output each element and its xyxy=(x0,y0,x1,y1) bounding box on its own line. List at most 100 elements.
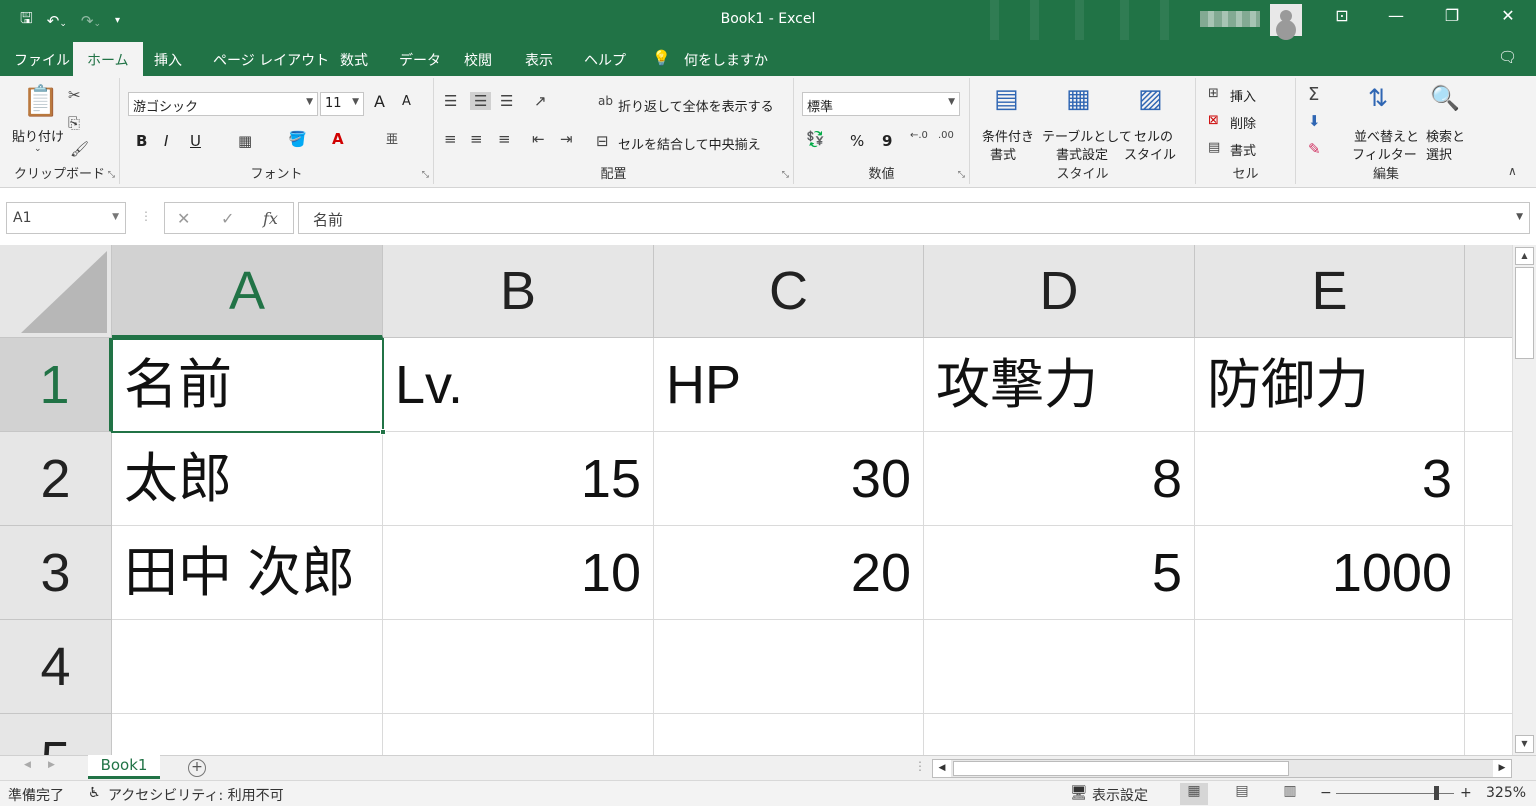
align-center-icon[interactable]: ≡ xyxy=(470,130,483,148)
minimize-icon[interactable]: — xyxy=(1376,6,1416,25)
cell-a4[interactable] xyxy=(112,620,383,714)
format-as-table-label-1[interactable]: テーブルとして xyxy=(1042,126,1132,145)
zoom-out-button[interactable]: − xyxy=(1320,785,1332,801)
tab-help[interactable]: ヘルプ xyxy=(584,50,626,70)
drag-handle-icon[interactable]: ⋮ xyxy=(140,209,152,223)
page-layout-view-icon[interactable]: ▤ xyxy=(1228,783,1256,805)
split-handle-icon[interactable]: ⋮ xyxy=(914,759,926,773)
cell-b3[interactable]: 10 xyxy=(383,526,654,620)
bold-button[interactable]: B xyxy=(136,132,147,150)
cell-f2[interactable] xyxy=(1465,432,1512,526)
cell-f1[interactable] xyxy=(1465,338,1512,432)
horizontal-scroll-thumb[interactable] xyxy=(953,761,1289,776)
dialog-launcher-icon[interactable]: ⤡ xyxy=(782,170,789,180)
format-as-table-label-2[interactable]: 書式設定 xyxy=(1056,144,1108,163)
close-icon[interactable]: ✕ xyxy=(1488,6,1528,25)
zoom-slider-knob[interactable] xyxy=(1434,786,1439,800)
vertical-scrollbar[interactable]: ▲ ▼ xyxy=(1512,245,1536,755)
cell-c2[interactable]: 30 xyxy=(654,432,924,526)
increase-indent-icon[interactable]: ⇥ xyxy=(560,130,573,148)
wrap-text-button[interactable]: 折り返して全体を表示する xyxy=(618,96,774,115)
next-sheet-icon[interactable]: ▶ xyxy=(48,760,55,770)
increase-decimal-icon[interactable]: ←.0 xyxy=(910,130,928,141)
align-middle-icon[interactable]: ☰ xyxy=(470,92,492,110)
orientation-icon[interactable]: ↗ xyxy=(534,92,547,110)
scroll-down-icon[interactable]: ▼ xyxy=(1515,735,1534,753)
cell-b2[interactable]: 15 xyxy=(383,432,654,526)
copy-icon[interactable]: ⎘ xyxy=(68,114,80,132)
comment-icon[interactable]: 🗨 xyxy=(1498,48,1517,66)
column-header-c[interactable]: C xyxy=(654,245,924,338)
cell-d4[interactable] xyxy=(924,620,1195,714)
expand-formula-icon[interactable]: ▼ xyxy=(1516,212,1523,222)
paste-button[interactable]: 貼り付け xyxy=(12,126,64,145)
prev-sheet-icon[interactable]: ◀ xyxy=(24,760,31,770)
decrease-decimal-icon[interactable]: .00 xyxy=(938,130,954,141)
cell-styles-label-2[interactable]: スタイル xyxy=(1124,144,1176,163)
tab-file[interactable]: ファイル xyxy=(14,50,70,70)
decrease-indent-icon[interactable]: ⇤ xyxy=(532,130,545,148)
tab-insert[interactable]: 挿入 xyxy=(154,50,182,70)
column-header-a[interactable]: A xyxy=(112,245,383,338)
cancel-icon[interactable]: ✕ xyxy=(177,209,190,228)
row-header-4[interactable]: 4 xyxy=(0,620,112,714)
horizontal-scrollbar[interactable]: ◀ ▶ xyxy=(932,759,1512,778)
enter-icon[interactable]: ✓ xyxy=(221,209,234,228)
cell-c3[interactable]: 20 xyxy=(654,526,924,620)
tab-formulas[interactable]: 数式 xyxy=(340,50,368,70)
number-format-combo[interactable]: 標準 ▼ xyxy=(802,92,960,116)
format-cells-button[interactable]: 書式 xyxy=(1230,140,1256,159)
cell-f4[interactable] xyxy=(1465,620,1512,714)
cell-d3[interactable]: 5 xyxy=(924,526,1195,620)
align-top-icon[interactable]: ☰ xyxy=(444,92,457,110)
phonetic-icon[interactable]: 亜 xyxy=(386,130,398,147)
percent-button[interactable]: % xyxy=(850,132,864,150)
tab-data[interactable]: データ xyxy=(399,50,441,70)
conditional-format-label-2[interactable]: 書式 xyxy=(990,144,1016,163)
name-box[interactable]: A1 ▼ xyxy=(6,202,126,234)
column-header-d[interactable]: D xyxy=(924,245,1195,338)
tab-page-layout[interactable]: ページ レイアウト xyxy=(213,50,329,70)
find-select-label-2[interactable]: 選択 xyxy=(1426,144,1452,163)
autosum-icon[interactable]: Σ xyxy=(1308,84,1319,105)
accessibility-status[interactable]: アクセシビリティ: 利用不可 xyxy=(108,785,284,805)
insert-function-button[interactable]: fx xyxy=(263,209,278,228)
cell-a3[interactable]: 田中 次郎 xyxy=(112,526,383,620)
font-size-combo[interactable]: 11 ▼ xyxy=(320,92,364,116)
row-header-2[interactable]: 2 xyxy=(0,432,112,526)
normal-view-icon[interactable]: ▦ xyxy=(1180,783,1208,805)
underline-button[interactable]: U xyxy=(190,132,201,150)
tab-view[interactable]: 表示 xyxy=(525,50,553,70)
align-right-icon[interactable]: ≡ xyxy=(498,130,511,148)
dialog-launcher-icon[interactable]: ⤡ xyxy=(958,170,965,180)
cell-f5[interactable] xyxy=(1465,714,1512,755)
sort-filter-label-1[interactable]: 並べ替えと xyxy=(1354,126,1419,145)
conditional-format-label-1[interactable]: 条件付き xyxy=(982,126,1034,145)
cell-c5[interactable] xyxy=(654,714,924,755)
cell-d5[interactable] xyxy=(924,714,1195,755)
scroll-up-icon[interactable]: ▲ xyxy=(1515,247,1534,265)
avatar[interactable] xyxy=(1270,4,1302,36)
scroll-left-icon[interactable]: ◀ xyxy=(933,760,951,777)
cell-a5[interactable] xyxy=(112,714,383,755)
cell-a1[interactable]: 名前 xyxy=(112,338,383,432)
italic-button[interactable]: I xyxy=(164,132,168,150)
scroll-right-icon[interactable]: ▶ xyxy=(1493,760,1511,777)
cell-b5[interactable] xyxy=(383,714,654,755)
format-painter-icon[interactable]: 🖌 xyxy=(70,140,89,158)
select-all-button[interactable] xyxy=(0,245,112,338)
cell-a2[interactable]: 太郎 xyxy=(112,432,383,526)
vertical-scroll-thumb[interactable] xyxy=(1515,267,1534,359)
column-header-e[interactable]: E xyxy=(1195,245,1465,338)
cell-e3[interactable]: 1000 xyxy=(1195,526,1465,620)
find-select-label-1[interactable]: 検索と xyxy=(1426,126,1465,145)
tab-home[interactable]: ホーム xyxy=(73,42,143,76)
clear-icon[interactable]: ✎ xyxy=(1308,140,1321,158)
zoom-level[interactable]: 325% xyxy=(1486,785,1526,801)
paste-icon[interactable]: 📋 xyxy=(22,84,59,119)
currency-icon[interactable]: 💱 xyxy=(806,130,825,148)
delete-cells-button[interactable]: 削除 xyxy=(1230,113,1256,132)
display-settings-button[interactable]: 表示設定 xyxy=(1092,785,1148,805)
restore-icon[interactable]: ❐ xyxy=(1432,6,1472,25)
cell-e2[interactable]: 3 xyxy=(1195,432,1465,526)
